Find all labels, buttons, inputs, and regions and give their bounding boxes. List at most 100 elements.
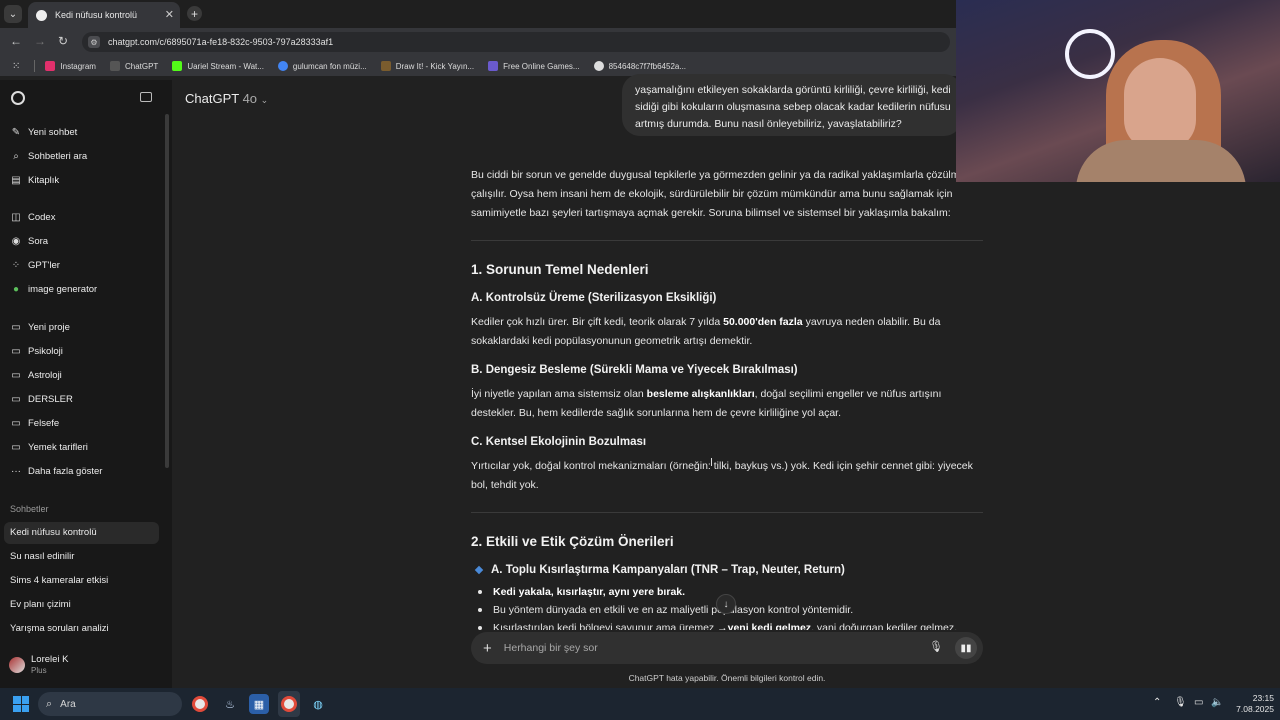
sidebar-item-sora[interactable]: ◉ Sora xyxy=(10,231,48,251)
volume-icon[interactable]: 🔈 xyxy=(1211,697,1223,708)
apps-grid-icon[interactable]: ⁙ xyxy=(12,61,20,72)
sidebar-item-psikoloji[interactable]: ▭ Psikoloji xyxy=(10,341,63,361)
chat-item[interactable]: Yarışma soruları analizi xyxy=(10,623,109,634)
sidebar-item-new-project[interactable]: ▭ Yeni proje xyxy=(10,317,70,337)
bullet-icon xyxy=(478,608,482,612)
tab-close-icon[interactable]: ✕ xyxy=(165,8,174,21)
sidebar-item-show-more[interactable]: ··· Daha fazla göster xyxy=(10,461,102,481)
sidebar-item-label: Psikoloji xyxy=(28,345,63,357)
chat-item[interactable]: Su nasıl edinilir xyxy=(10,551,74,562)
bookmark-draw-it[interactable]: Draw It! - Kick Yayın... xyxy=(380,61,475,71)
user-profile[interactable]: Lorelei K Plus xyxy=(9,654,69,675)
sidebar-item-label: Daha fazla göster xyxy=(28,465,103,477)
scroll-down-arrow-icon[interactable]: ↓ xyxy=(716,594,736,614)
windows-taskbar: ⌕ Ara ♨ ▦ ◍ ⌃ 🎙 ▭ 🔈 23:15 7.08.2025 xyxy=(0,688,1280,720)
section-heading: 1. Sorunun Temel Nedenleri xyxy=(471,262,649,277)
bookmark-hash[interactable]: 854648c7f7fb6452a... xyxy=(593,61,686,71)
new-tab-button[interactable]: + xyxy=(187,6,202,21)
edit-icon: ✎ xyxy=(11,126,21,138)
sidebar-item-label: Kitaplık xyxy=(28,174,60,186)
chrome-icon[interactable] xyxy=(192,696,208,712)
subsection-heading: A. Toplu Kısırlaştırma Kampanyaları (TNR… xyxy=(474,564,845,576)
list-item-text: Bu yöntem dünyada en etkili ve en az mal… xyxy=(493,604,854,616)
bold-text: besleme alışkanlıkları xyxy=(646,388,755,400)
chat-item[interactable]: Ev planı çizimi xyxy=(10,599,71,610)
back-arrow-icon[interactable]: ← xyxy=(10,34,22,48)
windows-start-icon[interactable] xyxy=(13,696,29,712)
folder-icon: ▭ xyxy=(11,417,21,429)
list-item-text: , yani doğurgan kediler gelmez. xyxy=(811,622,957,630)
sidebar-item-dersler[interactable]: ▭ DERSLER xyxy=(10,389,73,409)
subsection-heading: A. Kontrolsüz Üreme (Sterilizasyon Eksik… xyxy=(471,292,717,304)
bookmark-chatgpt[interactable]: ChatGPT xyxy=(109,61,159,71)
openai-logo-icon[interactable] xyxy=(11,91,25,105)
sidebar-toggle-icon[interactable] xyxy=(140,92,152,102)
list-item: Bu yöntem dünyada en etkili ve en az mal… xyxy=(476,604,853,616)
list-item-text: Kısırlaştırılan kedi bölgeyi savunur ama… xyxy=(493,622,728,630)
sidebar: ✎ Yeni sohbet ⌕ Sohbetleri ara ▤ Kitaplık ◫… xyxy=(0,80,172,688)
bookmark-label: ChatGPT xyxy=(124,61,159,71)
voice-mode-icon[interactable]: ▮▮ xyxy=(955,637,977,659)
chevron-down-icon: ⌄ xyxy=(260,95,269,105)
display-tray-icon[interactable]: ▭ xyxy=(1194,697,1203,708)
chats-section-label: Sohbetler xyxy=(10,504,49,514)
sidebar-item-library[interactable]: ▤ Kitaplık xyxy=(10,170,59,190)
bookmark-label: Uariel Stream - Wat... xyxy=(187,61,264,71)
message-input[interactable]: Herhangi bir şey sor xyxy=(504,642,598,654)
tab-search-button[interactable]: ⌄ xyxy=(4,5,22,23)
chat-item[interactable]: Kedi nüfusu kontrolü xyxy=(10,527,97,538)
sidebar-item-new-chat[interactable]: ✎ Yeni sohbet xyxy=(10,122,78,142)
chat-item[interactable]: Sims 4 kameralar etkisi xyxy=(10,575,108,586)
sidebar-item-label: Astroloji xyxy=(28,369,62,381)
browser-app-icon[interactable]: ◍ xyxy=(308,694,328,714)
message-composer[interactable]: + Herhangi bir şey sor 🎙 ▮▮ xyxy=(471,632,983,664)
folder-plus-icon: ▭ xyxy=(11,321,21,333)
sidebar-item-search-chats[interactable]: ⌕ Sohbetleri ara xyxy=(10,146,87,166)
address-bar[interactable]: ⚙ chatgpt.com/c/6895071a-fe18-832c-9503-… xyxy=(82,32,950,52)
sidebar-item-felsefe[interactable]: ▭ Felsefe xyxy=(10,413,59,433)
sidebar-scrollbar[interactable] xyxy=(165,114,169,468)
chrome-active-icon[interactable] xyxy=(281,696,297,712)
sidebar-item-gpts[interactable]: ⁘ GPT'ler xyxy=(10,255,60,275)
sidebar-item-astroloji[interactable]: ▭ Astroloji xyxy=(10,365,62,385)
sidebar-item-yemek-tarifleri[interactable]: ▭ Yemek tarifleri xyxy=(10,437,88,457)
reload-icon[interactable]: ↻ xyxy=(58,34,68,48)
bookmark-google[interactable]: gulumcan fon müzi... xyxy=(277,61,367,71)
system-clock[interactable]: 23:15 7.08.2025 xyxy=(1226,693,1274,715)
site-info-icon[interactable]: ⚙ xyxy=(88,36,100,48)
bookmark-favicon-icon xyxy=(172,61,183,71)
microphone-tray-icon[interactable]: 🎙 xyxy=(1174,697,1187,708)
sidebar-item-label: Yemek tarifleri xyxy=(28,441,88,453)
divider xyxy=(471,512,983,513)
sidebar-item-codex[interactable]: ◫ Codex xyxy=(10,207,55,227)
paragraph: Kediler çok hızlı ürer. Bir çift kedi, t… xyxy=(471,313,986,351)
paragraph: İyi niyetle yapılan ama sistemsiz olan b… xyxy=(471,385,986,423)
bookmark-free-games[interactable]: Free Online Games... xyxy=(488,61,580,71)
bookmark-favicon-icon xyxy=(109,61,120,71)
bookmarks-bar: ⁙ Instagram ChatGPT Uariel Stream - Wat.… xyxy=(0,56,956,76)
bookmark-label: Draw It! - Kick Yayın... xyxy=(395,61,475,71)
forward-arrow-icon[interactable]: → xyxy=(34,34,46,48)
model-selector[interactable]: ChatGPT 4o ⌄ xyxy=(185,91,268,106)
ring-light xyxy=(1065,29,1115,79)
bold-text: Kedi yakala, kısırlaştır, aynı yere bıra… xyxy=(493,586,686,598)
bookmark-kick[interactable]: Uariel Stream - Wat... xyxy=(172,61,264,71)
avatar xyxy=(9,656,25,673)
steam-icon[interactable]: ♨ xyxy=(220,694,240,714)
folder-icon: ▭ xyxy=(11,393,21,405)
sidebar-item-label: Codex xyxy=(28,211,56,223)
photos-icon[interactable]: ▦ xyxy=(249,694,269,714)
taskbar-search-label: Ara xyxy=(60,698,76,710)
attach-plus-icon[interactable]: + xyxy=(483,640,492,657)
bookmark-instagram[interactable]: Instagram xyxy=(45,61,96,71)
subsection-heading: C. Kentsel Ekolojinin Bozulması xyxy=(471,436,647,448)
bookmarks-divider xyxy=(34,60,36,72)
microphone-icon[interactable]: 🎙 xyxy=(929,640,943,653)
paragraph: Yırtıcılar yok, doğal kontrol mekanizmal… xyxy=(471,460,973,491)
sidebar-item-label: Yeni proje xyxy=(28,321,70,333)
browser-tab[interactable]: Kedi nüfusu kontrolü ✕ xyxy=(28,2,180,28)
taskbar-search[interactable]: ⌕ Ara xyxy=(38,692,182,716)
tray-chevron-icon[interactable]: ⌃ xyxy=(1153,697,1161,708)
bold-text: yeni kedi gelmez xyxy=(727,622,812,630)
sidebar-item-image-generator[interactable]: ● image generator xyxy=(10,279,97,299)
